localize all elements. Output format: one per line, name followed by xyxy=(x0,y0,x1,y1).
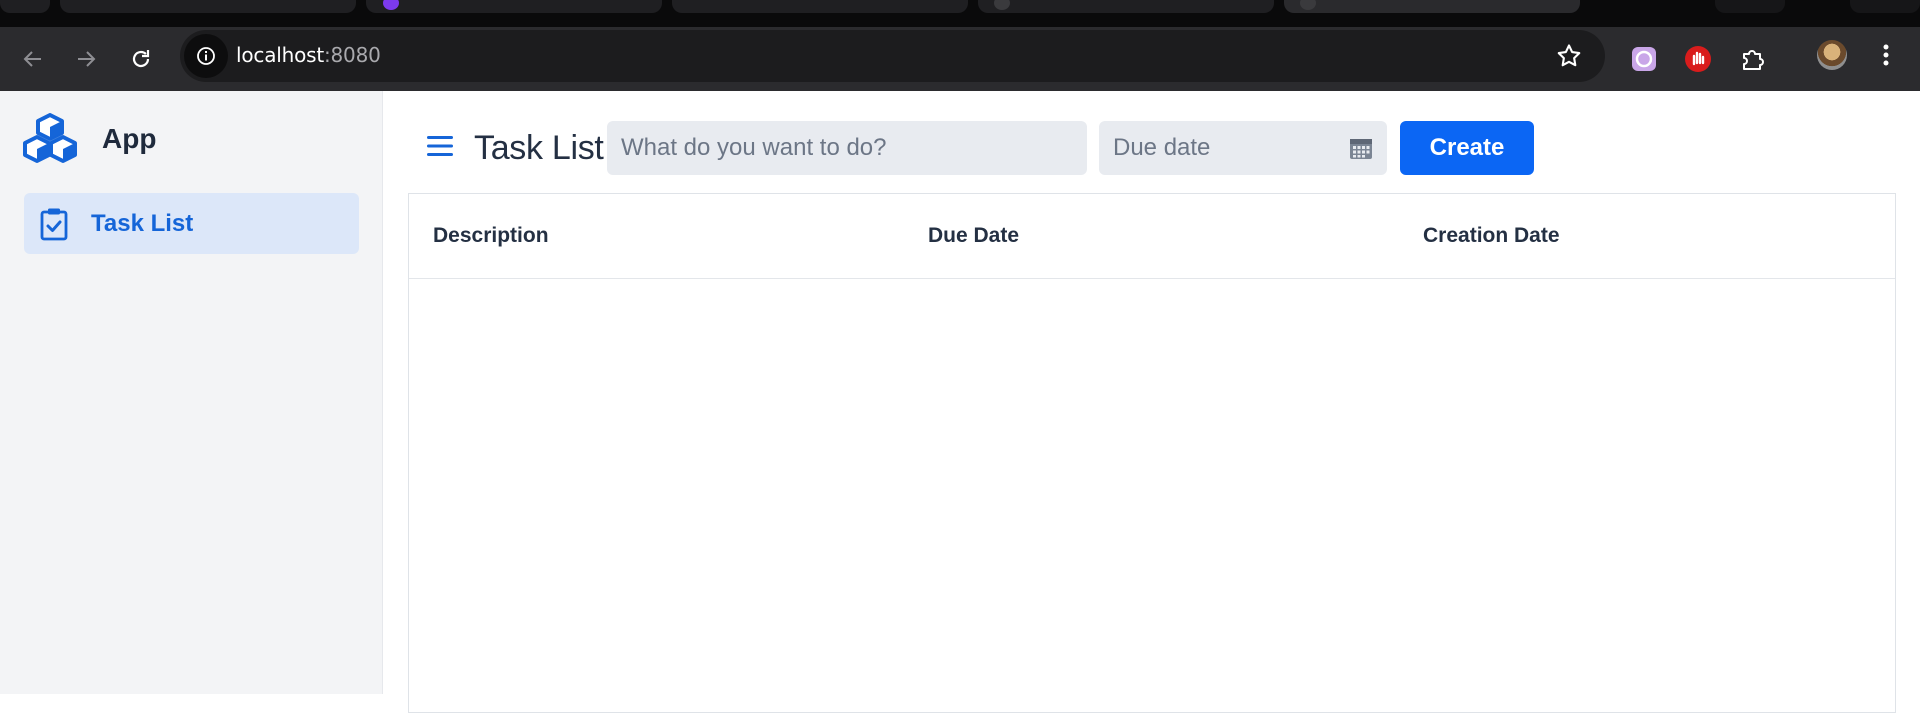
due-date-input[interactable] xyxy=(1099,121,1387,175)
main-content: Task List Create Description Due Date Cr… xyxy=(384,91,1920,713)
column-header-creation-date[interactable]: Creation Date xyxy=(1399,224,1894,248)
browser-tab[interactable] xyxy=(978,0,1274,13)
browser-tab[interactable] xyxy=(60,0,356,13)
browser-tab[interactable] xyxy=(0,0,50,13)
url-host: localhost xyxy=(236,43,324,67)
browser-tab[interactable] xyxy=(672,0,968,13)
star-icon[interactable] xyxy=(1555,42,1583,70)
reload-button[interactable] xyxy=(121,39,161,79)
page-title: Task List xyxy=(474,129,604,167)
cubes-logo-icon xyxy=(23,113,77,163)
arrow-right-icon xyxy=(78,51,96,67)
browser-toolbar: localhost:8080 xyxy=(0,27,1920,91)
sidebar-item-task-list[interactable]: Task List xyxy=(24,193,359,254)
url-port: :8080 xyxy=(323,43,381,67)
back-button[interactable] xyxy=(13,39,53,79)
window-control[interactable] xyxy=(1715,0,1785,13)
hamburger-menu-icon[interactable] xyxy=(426,134,454,158)
task-description-input[interactable] xyxy=(607,121,1087,175)
hand-stop-icon xyxy=(1685,46,1711,72)
task-description-field[interactable] xyxy=(607,121,1087,175)
column-header-description[interactable]: Description xyxy=(409,224,904,248)
puzzle-icon xyxy=(1743,50,1764,70)
task-grid: Description Due Date Creation Date xyxy=(408,193,1896,713)
info-icon xyxy=(197,47,215,65)
address-bar[interactable]: localhost:8080 xyxy=(180,30,1605,82)
due-date-field[interactable] xyxy=(1099,121,1387,175)
clipboard-check-icon xyxy=(40,208,68,240)
window-control[interactable] xyxy=(1850,0,1920,13)
calendar-icon[interactable] xyxy=(1349,136,1373,160)
extension-button[interactable] xyxy=(1626,41,1662,77)
app-name: App xyxy=(102,123,157,154)
extension-button[interactable] xyxy=(1680,41,1716,77)
profile-avatar[interactable] xyxy=(1817,40,1847,70)
create-button[interactable]: Create xyxy=(1400,121,1534,175)
brand: App xyxy=(22,113,156,165)
forward-button[interactable] xyxy=(66,39,106,79)
site-info-button[interactable] xyxy=(184,34,228,78)
extensions-menu-button[interactable] xyxy=(1735,41,1771,77)
sidebar-item-label: Task List xyxy=(91,209,194,237)
column-header-due-date[interactable]: Due Date xyxy=(904,224,1399,248)
url-text[interactable]: localhost:8080 xyxy=(236,43,381,67)
browser-tab[interactable] xyxy=(366,0,662,13)
browser-tab-active[interactable] xyxy=(1284,0,1580,13)
extension-circle-icon xyxy=(1632,47,1656,71)
grid-header-row: Description Due Date Creation Date xyxy=(409,194,1895,279)
arrow-left-icon xyxy=(23,51,41,67)
kebab-icon[interactable] xyxy=(1871,40,1901,70)
browser-tabstrip xyxy=(0,0,1920,27)
sidebar: App Task List xyxy=(0,91,383,694)
reload-icon xyxy=(132,50,150,68)
